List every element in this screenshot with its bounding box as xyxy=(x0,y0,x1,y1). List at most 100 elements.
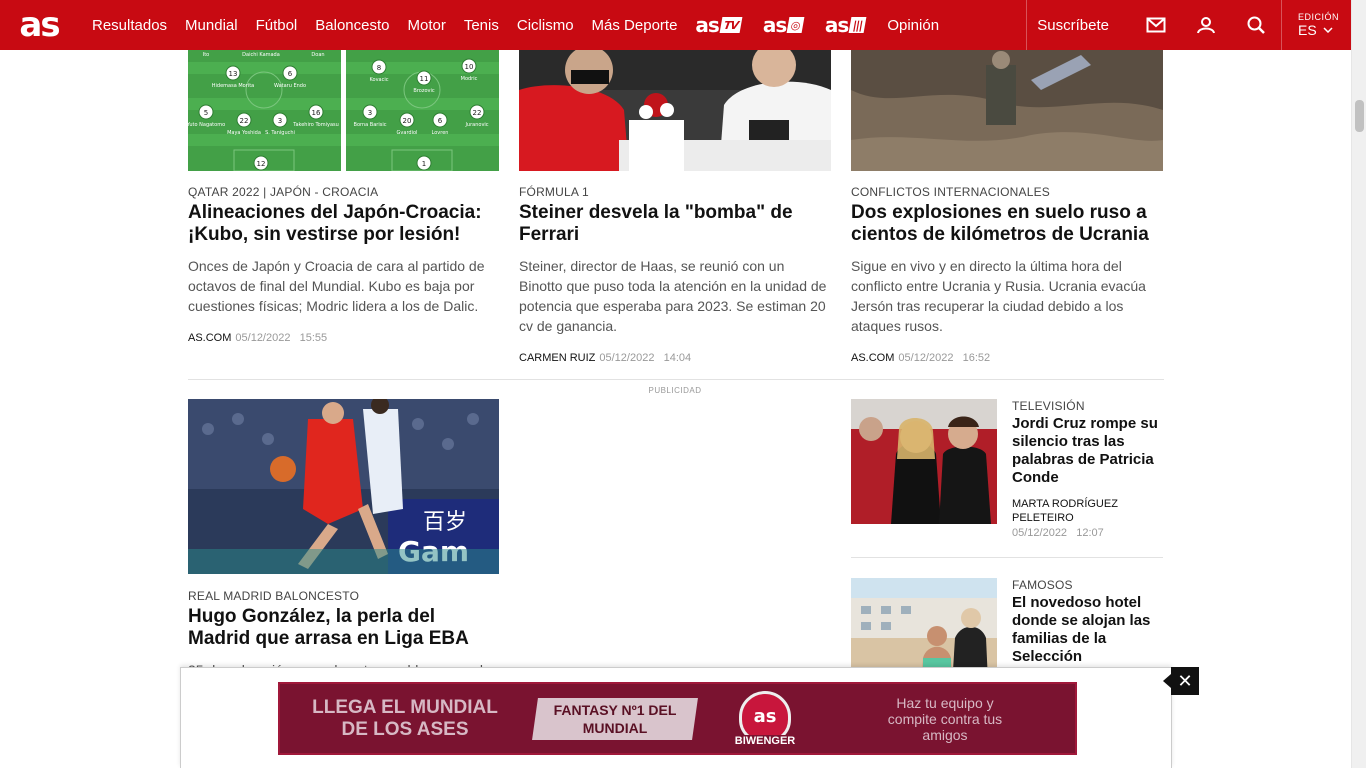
nav-tenis[interactable]: Tenis xyxy=(464,17,499,34)
mail-icon[interactable] xyxy=(1131,0,1181,50)
nav-mundial[interactable]: Mundial xyxy=(185,17,238,34)
article-meta: AS.COM 05/12/2022 16:52 xyxy=(851,352,1163,364)
article-time: 12:07 xyxy=(1076,527,1104,539)
as-logo[interactable]: as xyxy=(0,0,76,50)
edition-value-row: ES xyxy=(1298,22,1351,38)
player-name: Brozovic xyxy=(413,88,434,94)
nav-futbol[interactable]: Fútbol xyxy=(256,17,298,34)
as-tv-link[interactable]: as TV xyxy=(695,13,743,37)
player-name: Modric xyxy=(461,76,478,82)
chevron-down-icon xyxy=(1323,27,1333,33)
article-time: 16:52 xyxy=(962,352,991,364)
close-icon[interactable]: ✕ xyxy=(1163,667,1199,695)
article-date: 05/12/2022 xyxy=(898,352,954,364)
side-article-text: TELEVISIÓN Jordi Cruz rompe su silencio … xyxy=(997,399,1163,539)
as-photo-link[interactable]: as ◎ xyxy=(762,13,805,37)
player-number: 8 xyxy=(377,64,381,72)
nav-baloncesto[interactable]: Baloncesto xyxy=(315,17,389,34)
article-kicker: QATAR 2022 | JAPÓN - CROACIA xyxy=(188,185,379,199)
player-number: 3 xyxy=(368,109,372,117)
player-name: Daichi Kamada xyxy=(242,52,280,58)
article-summary: Steiner, director de Haas, se reunió con… xyxy=(519,258,827,334)
article-kicker: FAMOSOS xyxy=(1012,578,1073,592)
player-name: Gvardiol xyxy=(397,130,418,136)
edition-label: EDICIÓN xyxy=(1298,12,1340,22)
article-kicker: FÓRMULA 1 xyxy=(519,185,589,199)
as-audio-wordmark: as xyxy=(824,13,849,37)
top-nav: as Resultados Mundial Fútbol Baloncesto … xyxy=(0,0,1351,50)
player-name: Wataru Endo xyxy=(274,83,306,89)
article-card-steiner[interactable]: FÓRMULA 1 Steiner desvela la "bomba" de … xyxy=(519,50,831,364)
jordi-cruz-image xyxy=(851,399,997,524)
article-author[interactable]: CARMEN RUIZ xyxy=(519,352,595,364)
article-title[interactable]: Hugo González, la perla del Madrid que a… xyxy=(188,606,499,650)
scrollbar-thumb[interactable] xyxy=(1355,100,1364,132)
player-number: 11 xyxy=(420,75,429,83)
player-number: 6 xyxy=(438,117,443,125)
article-date: 05/12/2022 xyxy=(1012,527,1068,539)
user-icon[interactable] xyxy=(1181,0,1231,50)
article-title[interactable]: Dos explosiones en suelo ruso a cientos … xyxy=(851,202,1163,246)
tv-badge-icon: TV xyxy=(719,17,743,33)
player-name: Lovren xyxy=(432,130,449,136)
player-name: Juranovic xyxy=(464,122,488,128)
player-name: S. Taniguchi xyxy=(265,130,295,136)
svg-text:百岁: 百岁 xyxy=(423,510,467,535)
article-datetime: 05/12/2022 12:07 xyxy=(1012,527,1163,539)
player-number: 6 xyxy=(288,70,293,78)
player-number: 16 xyxy=(312,109,321,117)
nav-motor[interactable]: Motor xyxy=(408,17,446,34)
player-number: 20 xyxy=(403,117,412,125)
nav-ciclismo[interactable]: Ciclismo xyxy=(517,17,574,34)
side-divider xyxy=(851,557,1163,558)
biwenger-banner[interactable]: LLEGA EL MUNDIAL DE LOS ASES FANTASY Nº1… xyxy=(278,682,1077,755)
player-name: Hidemasa Morita xyxy=(212,83,254,89)
publicidad-label: PUBLICIDAD xyxy=(648,386,702,395)
side-article-jordi-cruz[interactable]: TELEVISIÓN Jordi Cruz rompe su silencio … xyxy=(851,399,1163,539)
article-kicker: CONFLICTOS INTERNACIONALES xyxy=(851,185,1051,199)
section-divider xyxy=(188,379,1164,380)
article-card-hugo-gonzalez[interactable]: 百岁 Gam REAL MADRID BALONCESTO Hugo Gonzá… xyxy=(188,399,499,680)
nav-opinion[interactable]: Opinión xyxy=(887,17,939,34)
article-kicker: REAL MADRID BALONCESTO xyxy=(188,589,360,603)
audio-wave-icon: ||| xyxy=(848,17,867,33)
article-author[interactable]: AS.COM xyxy=(188,332,231,344)
article-time: 14:04 xyxy=(663,352,692,364)
player-number: 22 xyxy=(240,117,249,125)
sticky-ad: LLEGA EL MUNDIAL DE LOS ASES FANTASY Nº1… xyxy=(180,667,1172,768)
edition-value: ES xyxy=(1298,22,1317,38)
article-date: 05/12/2022 xyxy=(235,332,291,344)
player-name: Doan xyxy=(311,52,324,58)
edition-selector[interactable]: EDICIÓN ES xyxy=(1281,0,1351,50)
player-name: Borna Barisic xyxy=(354,122,387,128)
player-name: Kovacic xyxy=(370,77,389,83)
article-title[interactable]: Jordi Cruz rompe su silencio tras las pa… xyxy=(1012,415,1163,487)
article-author[interactable]: MARTA RODRÍGUEZ PELETEIRO xyxy=(1012,497,1163,525)
nav-resultados[interactable]: Resultados xyxy=(92,17,167,34)
article-title[interactable]: Steiner desvela la "bomba" de Ferrari xyxy=(519,202,831,246)
ad-fantasy-text: FANTASY Nº1 DEL MUNDIAL xyxy=(553,701,677,736)
article-meta: CARMEN RUIZ 05/12/2022 14:04 xyxy=(519,352,831,364)
player-name: Yuto Nagatomo xyxy=(188,122,225,128)
as-tv-wordmark: as xyxy=(695,13,719,37)
player-number: 1 xyxy=(422,160,426,168)
article-card-ucrania[interactable]: CONFLICTOS INTERNACIONALES Dos explosion… xyxy=(851,50,1163,364)
as-photo-wordmark: as xyxy=(762,13,787,37)
article-title[interactable]: El novedoso hotel donde se alojan las fa… xyxy=(1012,594,1163,666)
search-icon[interactable] xyxy=(1231,0,1281,50)
player-name: Maya Yoshida xyxy=(227,130,261,136)
article-summary: Onces de Japón y Croacia de cara al part… xyxy=(188,258,485,314)
ad-cta: Haz tu equipo y compite contra tus amigo… xyxy=(887,694,1003,743)
nav-mas-deporte[interactable]: Más Deporte xyxy=(592,17,678,34)
article-author[interactable]: AS.COM xyxy=(851,352,894,364)
article-title[interactable]: Alineaciones del Japón-Croacia: ¡Kubo, s… xyxy=(188,202,499,246)
ad-fantasy-badge: FANTASY Nº1 DEL MUNDIAL xyxy=(532,697,698,740)
article-meta: AS.COM 05/12/2022 15:55 xyxy=(188,332,499,344)
article-card-japon-croacia[interactable]: 13 Hidemasa Morita 6 Wataru Endo 5 Yuto Nagat… xyxy=(188,50,499,344)
page-scrollbar[interactable] xyxy=(1351,0,1366,768)
player-number: 3 xyxy=(278,117,282,125)
subscribe-link[interactable]: Suscríbete xyxy=(1027,17,1131,34)
ad-headline: LLEGA EL MUNDIAL DE LOS ASES xyxy=(312,696,498,740)
as-audio-link[interactable]: as ||| xyxy=(824,13,867,37)
article-kicker: TELEVISIÓN xyxy=(1012,399,1085,413)
